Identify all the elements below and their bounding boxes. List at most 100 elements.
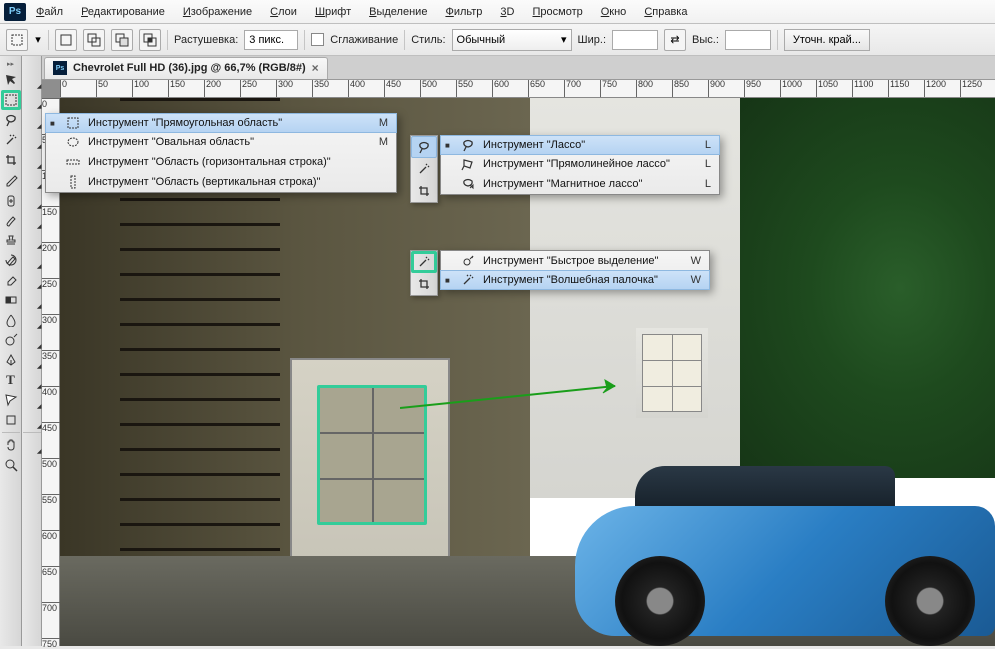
flyout-item[interactable]: Инструмент "Прямолинейное лассо"L — [441, 154, 719, 174]
flyout-item[interactable]: ■Инструмент "Волшебная палочка"W — [440, 270, 710, 290]
wand-tool[interactable] — [1, 130, 21, 150]
menu-type[interactable]: Шрифт — [307, 4, 359, 20]
lasso-mini-toolbox — [410, 135, 438, 203]
tab-bar: Ps Chevrolet Full HD (36).jpg @ 66,7% (R… — [42, 56, 995, 80]
toolbox-col1: ▸▸ T — [0, 56, 22, 646]
options-bar: ▾ Растушевка: Сглаживание Стиль: Обычный… — [0, 24, 995, 56]
close-tab-icon[interactable]: × — [312, 61, 319, 75]
crop-mini-icon2[interactable] — [411, 273, 437, 295]
menu-image[interactable]: Изображение — [175, 4, 260, 20]
dodge-tool[interactable] — [1, 330, 21, 350]
selection-new-icon[interactable] — [55, 29, 77, 51]
menu-filter[interactable]: Фильтр — [437, 4, 490, 20]
tool-tri15: ◢ — [22, 350, 42, 370]
flyout-item[interactable]: Инструмент "Быстрое выделение"W — [441, 251, 709, 271]
selection-intersect-icon[interactable] — [139, 29, 161, 51]
tool-tri12: ◢ — [22, 290, 42, 310]
stamp-tool[interactable] — [1, 230, 21, 250]
feather-input[interactable] — [244, 30, 298, 50]
app-logo: Ps — [4, 3, 26, 21]
menu-help[interactable]: Справка — [636, 4, 695, 20]
flyout-item[interactable]: Инструмент "Область (вертикальная строка… — [46, 172, 396, 192]
zoom-tool[interactable] — [1, 455, 21, 475]
tool-preset-dropdown[interactable]: ▾ — [34, 29, 42, 51]
width-input[interactable] — [612, 30, 658, 50]
blur-tool[interactable] — [1, 310, 21, 330]
eyedropper-tool[interactable] — [1, 170, 21, 190]
flyout-item[interactable]: Инструмент "Магнитное лассо"L — [441, 174, 719, 194]
hand-tool[interactable] — [1, 435, 21, 455]
style-select[interactable]: Обычный▾ — [452, 29, 572, 51]
tool-tri1: ◢ — [22, 70, 42, 90]
flyout-item[interactable]: ■Инструмент "Лассо"L — [440, 135, 720, 155]
eraser-tool[interactable] — [1, 270, 21, 290]
document-title: Chevrolet Full HD (36).jpg @ 66,7% (RGB/… — [73, 62, 306, 74]
menu-select[interactable]: Выделение — [361, 4, 435, 20]
menu-file[interactable]: Файл — [28, 4, 71, 20]
tool-tri11: ◢ — [22, 270, 42, 290]
gradient-tool[interactable] — [1, 290, 21, 310]
tool-tri8: ◢ — [22, 210, 42, 230]
flyout-item[interactable]: Инструмент "Область (горизонтальная стро… — [46, 152, 396, 172]
brush-tool[interactable] — [1, 210, 21, 230]
document-tab[interactable]: Ps Chevrolet Full HD (36).jpg @ 66,7% (R… — [44, 57, 328, 79]
shape-tool[interactable] — [1, 410, 21, 430]
wand-mini-icon1[interactable] — [411, 158, 437, 180]
lasso-flyout: ■Инструмент "Лассо"LИнструмент "Прямолин… — [440, 135, 720, 195]
menu-3d[interactable]: 3D — [492, 4, 522, 20]
tool-tri16: ◢ — [22, 370, 42, 390]
flyout-item[interactable]: Инструмент "Овальная область"M — [46, 132, 396, 152]
heal-tool[interactable] — [1, 190, 21, 210]
style-label: Стиль: — [411, 34, 445, 46]
tool-tri19: ◢ — [22, 435, 42, 455]
path-tool[interactable] — [1, 390, 21, 410]
refine-edge-button[interactable]: Уточн. край... — [784, 29, 870, 51]
pen-tool[interactable] — [1, 350, 21, 370]
ps-doc-icon: Ps — [53, 61, 67, 75]
antialias-label: Сглаживание — [330, 34, 398, 46]
menu-view[interactable]: Просмотр — [524, 4, 590, 20]
annotation-arrow — [400, 378, 630, 418]
menu-bar: Ps Файл Редактирование Изображение Слои … — [0, 0, 995, 24]
selection-subtract-icon[interactable] — [111, 29, 133, 51]
crop-tool[interactable] — [1, 150, 21, 170]
tool-tri18: ◢ — [22, 410, 42, 430]
tool-tri14: ◢ — [22, 330, 42, 350]
tool-tri6: ◢ — [22, 170, 42, 190]
flyout-item[interactable]: ■Инструмент "Прямоугольная область"M — [45, 113, 397, 133]
wand-mini-icon2[interactable] — [411, 251, 437, 273]
lasso-mini-icon[interactable] — [411, 136, 437, 158]
marquee-flyout: ■Инструмент "Прямоугольная область"MИнст… — [45, 113, 397, 193]
tool-tri20 — [22, 455, 42, 475]
type-tool[interactable]: T — [1, 370, 21, 390]
menu-layers[interactable]: Слои — [262, 4, 305, 20]
swap-wh-icon[interactable]: ⇄ — [664, 29, 686, 51]
tool-tri4: ◢ — [22, 130, 42, 150]
menu-edit[interactable]: Редактирование — [73, 4, 173, 20]
height-input[interactable] — [725, 30, 771, 50]
move-tool[interactable] — [1, 70, 21, 90]
menu-window[interactable]: Окно — [593, 4, 635, 20]
history-brush-tool[interactable] — [1, 250, 21, 270]
selection-add-icon[interactable] — [83, 29, 105, 51]
feather-label: Растушевка: — [174, 34, 238, 46]
tool-tri17: ◢ — [22, 390, 42, 410]
tool-preset-icon[interactable] — [6, 29, 28, 51]
wand-mini-toolbox — [410, 250, 438, 296]
width-label: Шир.: — [578, 34, 606, 46]
toolbox-grip[interactable]: ▸▸ — [1, 58, 21, 70]
pasted-window — [636, 328, 708, 418]
lasso-tool[interactable] — [1, 110, 21, 130]
ruler-horizontal[interactable]: 0501001502002503003504004505005506006507… — [60, 80, 995, 98]
antialias-checkbox[interactable] — [311, 33, 324, 46]
toolbox-col2: ◢ ◢ ◢ ◢ ◢ ◢ ◢ ◢ ◢ ◢ ◢ ◢ ◢ ◢ ◢ ◢ ◢ ◢ ◢ — [22, 56, 42, 646]
tool-tri3: ◢ — [22, 110, 42, 130]
marquee-tool[interactable] — [1, 90, 21, 110]
tool-tri13: ◢ — [22, 310, 42, 330]
tool-tri2: ◢ — [22, 90, 42, 110]
tool-tri5: ◢ — [22, 150, 42, 170]
tool-tri10: ◢ — [22, 250, 42, 270]
car — [575, 466, 995, 646]
height-label: Выс.: — [692, 34, 719, 46]
crop-mini-icon1[interactable] — [411, 180, 437, 202]
